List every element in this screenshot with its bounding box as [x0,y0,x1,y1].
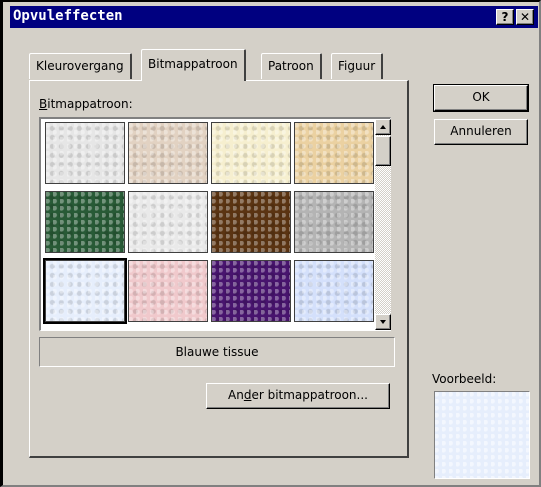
scroll-thumb[interactable] [375,136,391,166]
help-button[interactable]: ? [496,9,514,25]
other-bitmap-button[interactable]: Ander bitmappatroon... [206,383,390,409]
fill-effects-dialog: Opvuleffecten ? ✕ Kleurovergang Bitmappa… [0,0,541,487]
arrow-down-icon [380,320,386,324]
tab-figuur[interactable]: Figuur [331,53,384,79]
beige-parchment-texture-tile[interactable] [128,122,208,184]
preview-swatch [434,391,530,479]
bitmap-grid [39,117,391,331]
ok-button[interactable]: OK [433,84,529,112]
title-bar[interactable]: Opvuleffecten ? ✕ [10,6,538,28]
granite-texture-tile[interactable] [294,191,374,253]
white-grey-marble-texture-tile[interactable] [128,191,208,253]
pink-tissue-texture-tile[interactable] [128,260,208,322]
cream-paper-texture-tile[interactable] [211,122,291,184]
blue-tissue-texture-tile[interactable] [43,258,127,324]
tab-patroon[interactable]: Patroon [261,53,322,79]
tab-kleurovergang[interactable]: Kleurovergang [29,53,132,79]
brown-marble-texture-tile[interactable] [211,191,291,253]
bitmap-panel: Bitmappatroon: Blauwe tissue Ander bitma… [29,80,409,458]
preview-label: Voorbeeld: [432,372,497,386]
tan-sand-texture-tile[interactable] [294,122,374,184]
white-marble-texture-tile[interactable] [45,122,125,184]
vertical-scrollbar[interactable] [375,119,391,330]
scroll-down-button[interactable] [375,314,391,330]
bitmap-group-label: Bitmappatroon: [39,97,133,111]
blue-pink-tissue-texture-tile[interactable] [294,260,374,322]
selected-pattern-name: Blauwe tissue [39,337,395,367]
green-marble-texture-tile[interactable] [45,191,125,253]
window-title: Opvuleffecten [13,8,123,24]
arrow-up-icon [380,125,386,129]
purple-mesh-texture-tile[interactable] [211,260,291,322]
tab-bitmappatroon[interactable]: Bitmappatroon [141,49,246,81]
cancel-button[interactable]: Annuleren [434,119,528,145]
scroll-up-button[interactable] [375,119,391,135]
close-button[interactable]: ✕ [516,9,534,25]
